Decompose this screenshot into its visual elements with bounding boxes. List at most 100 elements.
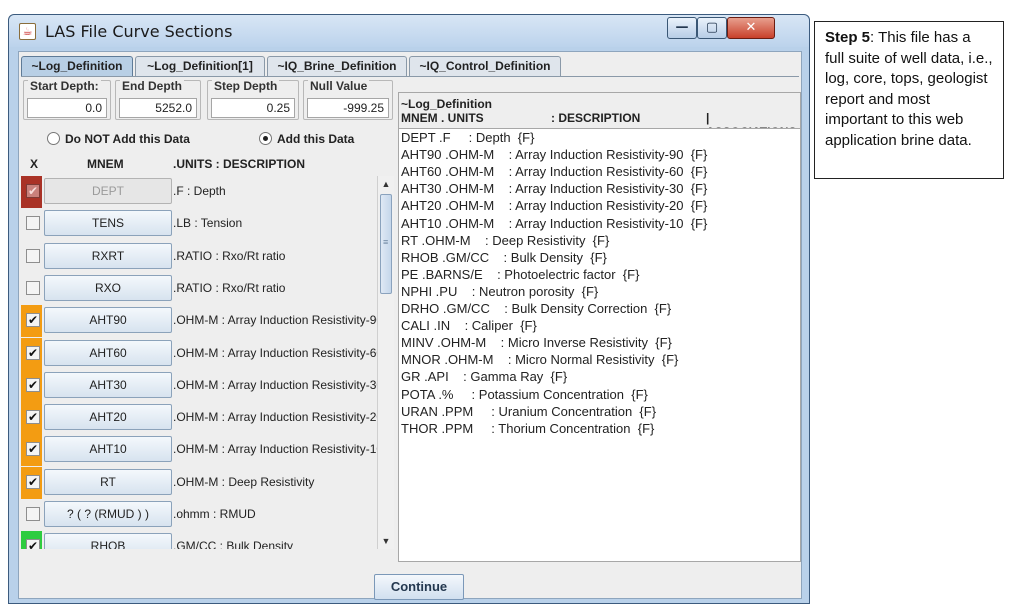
curve-row: ✔ RHOB .GM/CC : Bulk Density (21, 531, 377, 549)
curve-checkbox[interactable]: ✔ (26, 313, 40, 328)
curve-description: .OHM-M : Array Induction Resistivity-30 (173, 377, 377, 392)
end-depth-field[interactable]: 5252.0 (119, 98, 197, 118)
curve-mnem-button[interactable]: RXRT (44, 242, 172, 269)
definition-panel: ~Log_Definition MNEM . UNITS : DESCRIPTI… (398, 92, 801, 562)
curve-color-chip: ✔ (21, 434, 42, 467)
curve-checkbox[interactable] (26, 216, 40, 231)
null-value-label: Null Value (308, 79, 370, 93)
do-not-add-radio[interactable] (47, 132, 60, 145)
maximize-button[interactable]: ▢ (697, 17, 727, 39)
definition-header: MNEM . UNITS : DESCRIPTION | ASSOCIATION… (399, 111, 802, 139)
definition-line: AHT30 .OHM-M : Array Induction Resistivi… (401, 181, 708, 197)
tab-log-definition-1[interactable]: ~Log_Definition[1] (135, 56, 265, 76)
add-data-radio[interactable] (259, 132, 272, 145)
column-header-units-description: .UNITS : DESCRIPTION (173, 157, 306, 171)
curve-mnem-button[interactable]: AHT10 (44, 436, 172, 463)
grip-icon: ≡ (383, 237, 389, 247)
java-cup-icon: ☕ (19, 23, 36, 40)
definition-title: ~Log_Definition (401, 97, 492, 111)
step-label: Step 5 (825, 29, 871, 46)
curve-row: RXRT .RATIO : Rxo/Rt ratio (21, 240, 377, 273)
tab-divider (21, 76, 799, 77)
definition-line: MNOR .OHM-M : Micro Normal Resistivity {… (401, 352, 679, 368)
triangle-up-icon[interactable]: ▲ (378, 176, 394, 192)
definition-line: AHT20 .OHM-M : Array Induction Resistivi… (401, 198, 708, 214)
definition-line: AHT10 .OHM-M : Array Induction Resistivi… (401, 215, 708, 231)
curve-checkbox[interactable]: ✔ (26, 184, 40, 198)
curve-mnem-button[interactable]: AHT90 (44, 307, 172, 334)
curve-checkbox[interactable]: ✔ (26, 539, 40, 549)
curve-list-scrollbar[interactable]: ▲ ≡ ▼ (377, 176, 394, 549)
definition-line: PE .BARNS/E : Photoelectric factor {F} (401, 266, 640, 282)
las-file-window: ☕ LAS File Curve Sections — ▢ ✕ ~Log_Def… (8, 14, 810, 604)
curve-mnem-button[interactable]: AHT60 (44, 339, 172, 366)
continue-button[interactable]: Continue (374, 574, 464, 600)
curve-checkbox[interactable]: ✔ (26, 377, 40, 392)
curve-mnem-button[interactable]: AHT30 (44, 371, 172, 398)
curve-row: ✔ DEPT .F : Depth (21, 176, 377, 208)
start-depth-field[interactable]: 0.0 (27, 98, 107, 118)
curve-row: ? ( ? (RMUD ) ) .ohmm : RMUD (21, 499, 377, 531)
definition-line: RHOB .GM/CC : Bulk Density {F} (401, 249, 607, 265)
window-content: ~Log_Definition ~Log_Definition[1] ~IQ_B… (18, 51, 802, 600)
start-depth-label: Start Depth: (28, 79, 101, 93)
tab-iq-brine-definition[interactable]: ~IQ_Brine_Definition (267, 56, 407, 76)
triangle-down-icon[interactable]: ▼ (378, 533, 394, 549)
curve-description: .OHM-M : Array Induction Resistivity-60 (173, 345, 377, 360)
curve-checkbox[interactable] (26, 280, 40, 295)
add-data-options: Do NOT Add this Data Add this Data (21, 130, 395, 148)
null-value-field[interactable]: -999.25 (307, 98, 389, 118)
minimize-button[interactable]: — (667, 17, 697, 39)
do-not-add-label[interactable]: Do NOT Add this Data (65, 132, 190, 146)
curve-mnem-button[interactable]: DEPT (44, 178, 172, 204)
definition-line: RT .OHM-M : Deep Resistivity {F} (401, 232, 610, 248)
curve-checkbox[interactable] (26, 248, 40, 263)
definition-text-area[interactable]: DEPT .F : Depth {F} AHT90 .OHM-M : Array … (399, 128, 800, 561)
curve-checkbox[interactable]: ✔ (26, 410, 40, 425)
curve-row: ✔ AHT60 .OHM-M : Array Induction Resistivi… (21, 337, 377, 370)
curve-description: .LB : Tension (173, 216, 243, 231)
title-bar[interactable]: ☕ LAS File Curve Sections — ▢ ✕ (9, 15, 809, 47)
curve-description: .ohmm : RMUD (173, 507, 256, 521)
curve-row: RXO .RATIO : Rxo/Rt ratio (21, 272, 377, 305)
curve-checkbox[interactable]: ✔ (26, 345, 40, 360)
curve-mnem-button[interactable]: ? ( ? (RMUD ) ) (44, 501, 172, 527)
curve-color-chip (21, 499, 42, 531)
curve-row: ✔ AHT30 .OHM-M : Array Induction Resistivi… (21, 369, 377, 402)
curve-color-chip (21, 208, 42, 241)
curve-mnem-button[interactable]: RHOB (44, 533, 172, 549)
close-button[interactable]: ✕ (727, 17, 775, 39)
definition-line: CALI .IN : Caliper {F} (401, 318, 537, 334)
column-header-mnem: MNEM (87, 157, 124, 171)
definition-line: URAN .PPM : Uranium Concentration {F} (401, 403, 657, 419)
start-depth-group: Start Depth: 0.0 (23, 79, 111, 120)
curve-row: ✔ AHT10 .OHM-M : Array Induction Resistivi… (21, 434, 377, 467)
curve-row: ✔ AHT90 .OHM-M : Array Induction Resistivi… (21, 305, 377, 338)
curve-color-chip: ✔ (21, 176, 42, 208)
curve-checkbox[interactable] (26, 507, 40, 521)
curve-color-chip (21, 240, 42, 273)
header-mnem-units: MNEM . UNITS (401, 111, 484, 125)
tab-log-definition[interactable]: ~Log_Definition (21, 56, 133, 76)
curve-checkbox[interactable]: ✔ (26, 474, 40, 489)
curve-mnem-button[interactable]: RXO (44, 274, 172, 301)
curve-mnem-button[interactable]: AHT20 (44, 404, 172, 431)
definition-line: GR .API : Gamma Ray {F} (401, 369, 568, 385)
step-depth-field[interactable]: 0.25 (211, 98, 295, 118)
scrollbar-thumb[interactable]: ≡ (380, 194, 392, 294)
step-text: : This file has a full suite of well dat… (825, 29, 993, 149)
tab-iq-control-definition[interactable]: ~IQ_Control_Definition (409, 56, 561, 76)
add-data-label[interactable]: Add this Data (277, 132, 354, 146)
curve-color-chip: ✔ (21, 369, 42, 402)
curve-description: .F : Depth (173, 184, 226, 198)
definition-line: AHT60 .OHM-M : Array Induction Resistivi… (401, 164, 708, 180)
curve-mnem-button[interactable]: TENS (44, 210, 172, 237)
step-depth-group: Step Depth 0.25 (207, 79, 299, 120)
curve-color-chip (21, 272, 42, 305)
curve-color-chip: ✔ (21, 466, 42, 499)
curve-checkbox[interactable]: ✔ (26, 442, 40, 457)
curve-mnem-button[interactable]: RT (44, 468, 172, 495)
curve-row: TENS .LB : Tension (21, 208, 377, 241)
definition-line: THOR .PPM : Thorium Concentration {F} (401, 420, 655, 436)
curve-color-chip: ✔ (21, 531, 42, 549)
